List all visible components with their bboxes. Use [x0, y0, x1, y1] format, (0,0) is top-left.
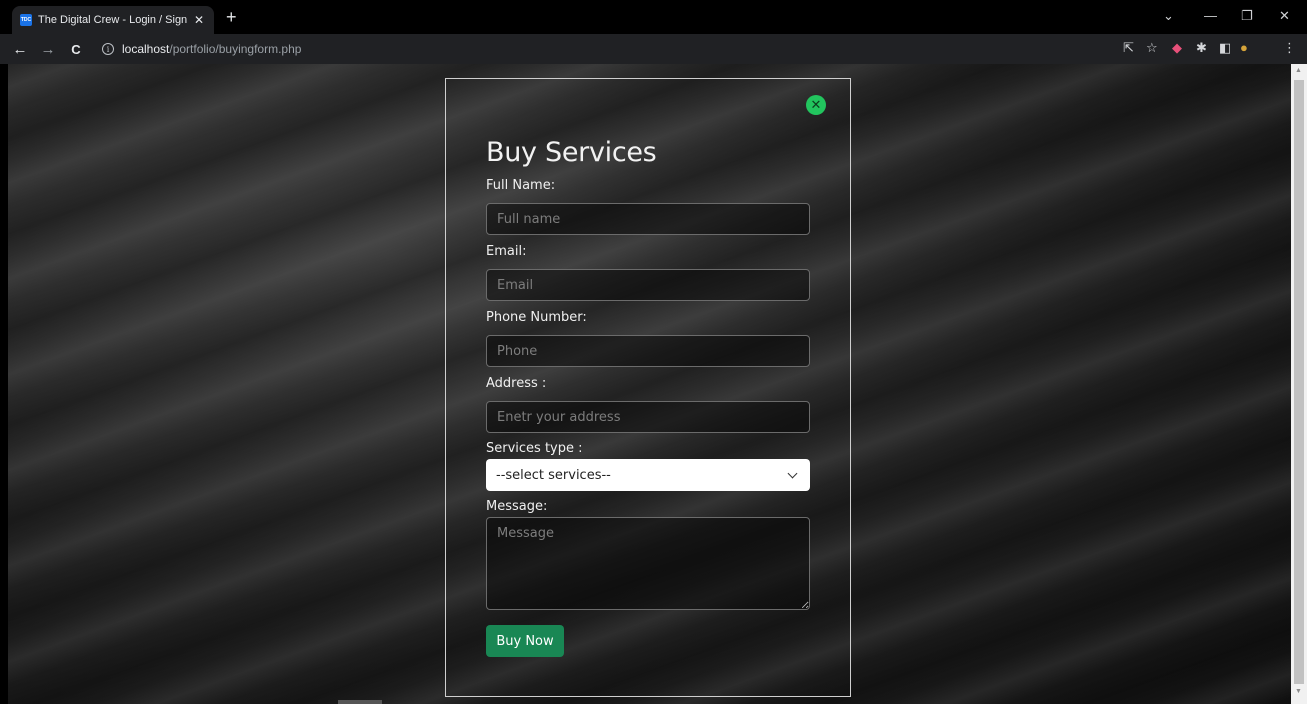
- chevron-down-icon: [787, 468, 798, 478]
- window-edge: [0, 64, 8, 704]
- email-input[interactable]: [486, 269, 810, 301]
- services-selected-value: --select services--: [496, 467, 611, 483]
- phone-input[interactable]: [486, 335, 810, 367]
- favicon-icon: TDC: [20, 14, 32, 26]
- scroll-up-arrow-icon[interactable]: ▲: [1295, 67, 1302, 74]
- horizontal-scroll-indicator: [338, 700, 382, 704]
- url-host: localhost: [122, 42, 170, 56]
- address-bar[interactable]: i localhost/portfolio/buyingform.php: [96, 38, 1156, 60]
- tab-close-icon[interactable]: ✕: [192, 13, 206, 27]
- services-select[interactable]: --select services--: [486, 459, 810, 491]
- close-form-icon[interactable]: ✕: [806, 95, 826, 115]
- address-label: Address :: [486, 376, 547, 391]
- back-icon[interactable]: ←: [6, 41, 34, 58]
- browser-menu-icon[interactable]: ⋮: [1283, 40, 1296, 56]
- color-extension-icon[interactable]: ◆: [1172, 40, 1182, 56]
- side-panel-icon[interactable]: ◧: [1219, 40, 1231, 56]
- new-tab-button[interactable]: +: [226, 8, 237, 26]
- services-type-label: Services type :: [486, 441, 583, 456]
- message-textarea[interactable]: [486, 517, 810, 610]
- profile-avatar-icon[interactable]: ●: [1240, 40, 1248, 55]
- scroll-down-arrow-icon[interactable]: ▼: [1295, 688, 1302, 695]
- browser-toolbar: ← → C i localhost/portfolio/buyingform.p…: [0, 34, 1307, 64]
- extensions-puzzle-icon[interactable]: ✱: [1196, 40, 1207, 56]
- email-label: Email:: [486, 244, 527, 259]
- reload-icon[interactable]: C: [62, 42, 90, 57]
- full-name-input[interactable]: [486, 203, 810, 235]
- forward-icon[interactable]: →: [34, 41, 62, 58]
- message-label: Message:: [486, 499, 548, 514]
- restore-icon[interactable]: ❐: [1241, 8, 1253, 24]
- bookmark-star-icon[interactable]: ☆: [1146, 40, 1158, 56]
- address-input[interactable]: [486, 401, 810, 433]
- scrollbar-thumb[interactable]: [1294, 80, 1304, 684]
- browser-tab[interactable]: TDC The Digital Crew - Login / Sign up ✕: [12, 6, 214, 34]
- site-info-icon[interactable]: i: [102, 43, 114, 55]
- full-name-label: Full Name:: [486, 178, 556, 193]
- url-path: /portfolio/buyingform.php: [169, 42, 302, 56]
- buy-now-button[interactable]: Buy Now: [486, 625, 564, 657]
- tab-search-icon[interactable]: ⌄: [1163, 8, 1174, 24]
- minimize-icon[interactable]: —: [1204, 8, 1217, 23]
- tab-strip: TDC The Digital Crew - Login / Sign up ✕…: [0, 0, 1307, 34]
- share-icon[interactable]: ⇱: [1123, 40, 1134, 56]
- close-window-icon[interactable]: ✕: [1279, 8, 1290, 24]
- tab-title: The Digital Crew - Login / Sign up: [38, 14, 188, 26]
- form-title: Buy Services: [486, 137, 657, 168]
- phone-label: Phone Number:: [486, 310, 587, 325]
